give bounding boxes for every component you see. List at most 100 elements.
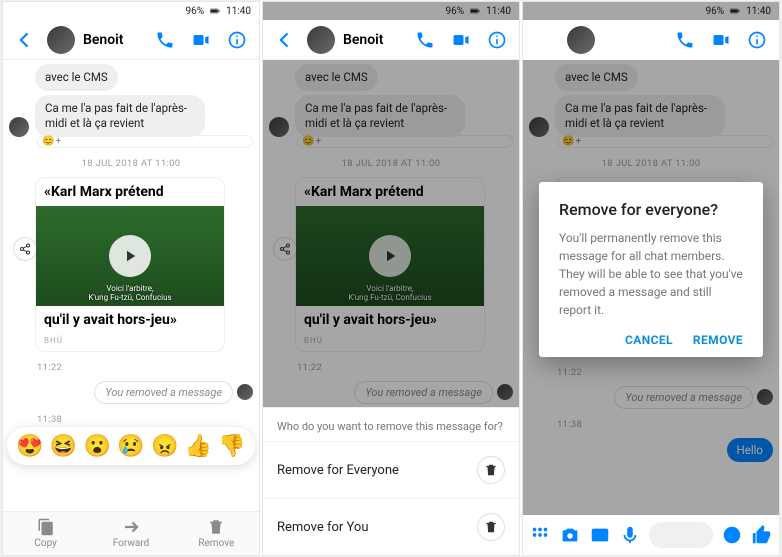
confirm-dialog: Remove for everyone? You'll permanently … xyxy=(539,182,763,357)
message-out[interactable]: Hello xyxy=(529,438,773,462)
camera-icon[interactable] xyxy=(559,524,581,546)
chat-header: Benoit xyxy=(3,20,259,60)
video-button[interactable] xyxy=(187,26,215,54)
message-in[interactable]: Ca me l'a pas fait de l'après-midi et là… xyxy=(269,95,513,137)
forward-label: Forward xyxy=(113,538,150,549)
dialog-body: You'll permanently remove this message f… xyxy=(559,229,743,319)
message-in[interactable]: avec le CMS xyxy=(9,64,253,91)
remove-button[interactable]: Remove xyxy=(174,512,259,555)
message-in[interactable]: Ca me l'a pas fait de l'après-midi et là… xyxy=(9,95,253,137)
timestamp: 11:22 xyxy=(9,362,253,373)
like-icon[interactable] xyxy=(751,524,773,546)
react-angry[interactable]: 😠 xyxy=(151,434,178,459)
info-button[interactable] xyxy=(743,26,771,54)
screen-remove-sheet: 96% 11:40 Benoit avec le CMS Ca me l'a p… xyxy=(262,1,520,556)
react-wow[interactable]: 😮 xyxy=(84,434,111,459)
chat-scroll[interactable]: avec le CMS Ca me l'a pas fait de l'aprè… xyxy=(3,60,259,511)
avatar xyxy=(269,117,289,137)
call-button[interactable] xyxy=(151,26,179,54)
statusbar: 96% 11:40 xyxy=(523,2,779,20)
apps-icon[interactable] xyxy=(529,524,551,546)
removed-message[interactable]: You removed a message xyxy=(529,386,773,409)
remove-for-you[interactable]: Remove for You xyxy=(263,498,519,555)
avatar[interactable] xyxy=(567,26,595,54)
video-caption: Voici l'arbitre,K'ung Fu-tzû, Confucius xyxy=(88,284,171,306)
bubble-text: avec le CMS xyxy=(35,64,118,91)
chat-header: Benoit xyxy=(263,20,519,60)
removed-label: You removed a message xyxy=(614,386,753,409)
video-thumb[interactable]: Voici l'arbitre,K'ung Fu-tzû, Confucius xyxy=(296,206,484,306)
play-icon[interactable] xyxy=(109,235,151,277)
remove-label: Remove xyxy=(198,538,234,549)
react-love[interactable]: 😍 xyxy=(16,434,43,459)
message-in[interactable]: Ca me l'a pas fait de l'après-midi et là… xyxy=(529,95,773,137)
battery-icon xyxy=(210,6,220,16)
removed-message[interactable]: You removed a message xyxy=(269,381,513,404)
composer xyxy=(523,515,779,555)
link-card[interactable]: «Karl Marx prétend Voici l'arbitre,K'ung… xyxy=(35,177,225,352)
avatar xyxy=(237,384,253,400)
video-button[interactable] xyxy=(707,26,735,54)
sheet-row-label: Remove for Everyone xyxy=(277,463,399,478)
cancel-button[interactable]: CANCEL xyxy=(625,333,673,347)
removed-message[interactable]: You removed a message xyxy=(9,381,253,404)
message-in[interactable]: avec le CMS xyxy=(529,64,773,91)
trash-icon xyxy=(477,513,505,541)
mic-icon[interactable] xyxy=(619,524,641,546)
gallery-icon[interactable] xyxy=(589,524,611,546)
bubble-text: Ca me l'a pas fait de l'après-midi et là… xyxy=(295,95,465,137)
confirm-remove-button[interactable]: REMOVE xyxy=(693,333,743,347)
info-button[interactable] xyxy=(223,26,251,54)
card-sub: qu'il y avait hors-jeu» xyxy=(36,306,224,334)
bubble-text: Ca me l'a pas fait de l'après-midi et là… xyxy=(555,95,725,137)
contact-name[interactable]: Benoit xyxy=(343,32,403,48)
avatar xyxy=(9,117,29,137)
back-button[interactable] xyxy=(271,26,299,54)
react-like[interactable]: 👍 xyxy=(185,434,212,459)
emoji-icon[interactable] xyxy=(721,524,743,546)
react-dislike[interactable]: 👎 xyxy=(218,434,245,459)
play-icon[interactable] xyxy=(369,235,411,277)
react-haha[interactable]: 😆 xyxy=(50,434,77,459)
message-input[interactable] xyxy=(649,522,713,548)
card-sub: qu'il y avait hors-jeu» xyxy=(296,306,484,334)
battery-pct: 96% xyxy=(186,6,205,17)
battery-pct: 96% xyxy=(446,6,465,17)
message-in[interactable]: avec le CMS xyxy=(269,64,513,91)
sheet-row-label: Remove for You xyxy=(277,520,369,535)
remove-for-everyone[interactable]: Remove for Everyone xyxy=(263,441,519,498)
timestamp: 18 JUL 2018 AT 11:00 xyxy=(9,158,253,169)
removed-label: You removed a message xyxy=(94,381,233,404)
avatar[interactable] xyxy=(47,26,75,54)
bubble-text: Ca me l'a pas fait de l'après-midi et là… xyxy=(35,95,205,137)
info-button[interactable] xyxy=(483,26,511,54)
reaction-picker: 😍 😆 😮 😢 😠 👍 👎 xyxy=(7,427,255,465)
clock: 11:40 xyxy=(226,6,251,17)
clock: 11:40 xyxy=(486,6,511,17)
clock: 11:40 xyxy=(746,6,771,17)
video-caption: Voici l'arbitre,K'ung Fu-tzû, Confucius xyxy=(348,284,431,306)
video-thumb[interactable]: Voici l'arbitre,K'ung Fu-tzû, Confucius xyxy=(36,206,224,306)
avatar xyxy=(757,389,773,405)
remove-sheet: Who do you want to remove this message f… xyxy=(263,407,519,555)
bubble-text: avec le CMS xyxy=(295,64,378,91)
forward-button[interactable]: Forward xyxy=(88,512,173,555)
back-button[interactable] xyxy=(11,26,39,54)
chat-header: . xyxy=(523,20,779,60)
share-button[interactable] xyxy=(13,237,37,261)
copy-button[interactable]: Copy xyxy=(3,512,88,555)
call-button[interactable] xyxy=(671,26,699,54)
video-button[interactable] xyxy=(447,26,475,54)
react-sad[interactable]: 😢 xyxy=(117,434,144,459)
contact-name[interactable]: Benoit xyxy=(83,32,143,48)
trash-icon xyxy=(477,456,505,484)
statusbar: 96% 11:40 xyxy=(3,2,259,20)
link-card[interactable]: «Karl Marx prétend Voici l'arbitre,K'ung… xyxy=(295,177,485,352)
screen-confirm-dialog: 96% 11:40 . avec le CMS Ca me l'a pas fa… xyxy=(522,1,780,556)
copy-label: Copy xyxy=(34,538,57,549)
timestamp: 11:22 xyxy=(529,367,773,378)
battery-icon xyxy=(470,6,480,16)
share-button[interactable] xyxy=(273,237,297,261)
call-button[interactable] xyxy=(411,26,439,54)
avatar[interactable] xyxy=(307,26,335,54)
